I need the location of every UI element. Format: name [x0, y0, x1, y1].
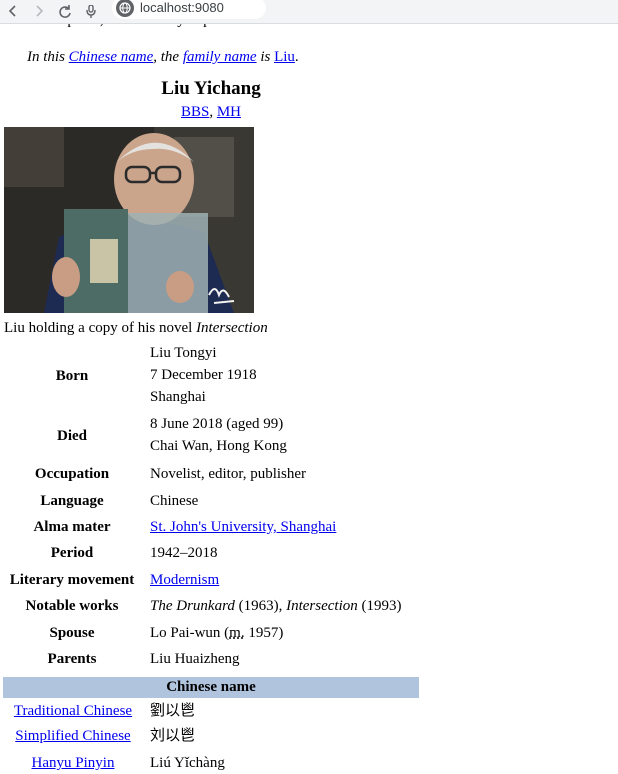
subtitle-separator: ,: [209, 104, 217, 120]
traditional-chinese-link[interactable]: Traditional Chinese: [14, 703, 132, 719]
hatnote-end: .: [294, 49, 299, 65]
died-place: Chai Wan, Hong Kong: [150, 438, 287, 454]
infobox-subtitle: BBS, MH: [3, 102, 419, 122]
died-date: 8 June 2018 (aged 99): [150, 416, 284, 432]
infobox: Liu Yichang BBS, MH Liu holding a copy o…: [3, 77, 419, 771]
died-row: Died 8 June 2018 (aged 99) Chai Wan, Hon…: [3, 413, 419, 459]
movement-label: Literary movement: [9, 572, 135, 588]
work-drunkard-year: (1963),: [234, 598, 287, 614]
image-caption: Liu holding a copy of his novel Intersec…: [4, 318, 268, 338]
occupation-row: Occupation Novelist, editor, publisher: [3, 463, 419, 485]
notable-works-label: Notable works: [25, 598, 119, 614]
chinese-name-header: Chinese name: [3, 677, 419, 698]
url-text: localhost:9080: [140, 0, 224, 15]
period-label: Period: [50, 545, 94, 561]
liu-link[interactable]: Liu: [274, 49, 295, 65]
bbs-link[interactable]: BBS: [181, 104, 209, 120]
hanyu-pinyin-link[interactable]: Hanyu Pinyin: [32, 755, 115, 771]
language-row: Language Chinese: [3, 490, 419, 512]
spouse-value: Lo Pai-wun (m. 1957): [150, 622, 283, 644]
hatnote-prefix: In this: [27, 49, 69, 65]
movement-value: Modernism: [150, 569, 219, 591]
portrait-image[interactable]: [4, 127, 254, 313]
notable-works-value: The Drunkard (1963), Intersection (1993): [150, 595, 402, 617]
microphone-button[interactable]: [78, 0, 104, 23]
work-intersection: Intersection: [286, 598, 358, 614]
hanyu-pinyin-row: Hanyu Pinyin Liú Yǐchàng: [3, 752, 419, 774]
alma-mater-label: Alma mater: [33, 519, 111, 535]
simplified-chinese-label: Simplified Chinese: [3, 725, 143, 747]
simplified-chinese-link[interactable]: Simplified Chinese: [15, 728, 130, 744]
parents-label: Parents: [47, 651, 97, 667]
hatnote-mid: , the: [153, 49, 183, 65]
period-row: Period 1942–2018: [3, 542, 419, 564]
forward-button[interactable]: [26, 0, 52, 23]
born-name: Liu Tongyi: [150, 345, 217, 361]
hanyu-pinyin-value: Liú Yǐchàng: [150, 755, 225, 771]
hatnote-is: is: [256, 49, 275, 65]
hanyu-pinyin-label: Hanyu Pinyin: [3, 752, 143, 774]
born-place: Shanghai: [150, 389, 206, 405]
parents-value: Liu Huaizheng: [150, 651, 240, 667]
work-drunkard: The Drunkard: [150, 598, 235, 614]
born-value: Liu Tongyi 7 December 1918 Shanghai: [150, 342, 257, 408]
movement-row: Literary movement Modernism: [3, 569, 419, 591]
born-date: 7 December 1918: [150, 367, 257, 383]
reload-button[interactable]: [52, 0, 78, 23]
died-value: 8 June 2018 (aged 99) Chai Wan, Hong Kon…: [150, 413, 287, 457]
family-name-link[interactable]: family name: [183, 49, 257, 65]
modernism-link[interactable]: Modernism: [150, 572, 219, 588]
caption-text: Liu holding a copy of his novel: [4, 320, 197, 336]
traditional-chinese-label: Traditional Chinese: [3, 700, 143, 722]
globe-icon: [116, 0, 134, 17]
mh-link[interactable]: MH: [217, 104, 241, 120]
language-value: Chinese: [150, 493, 199, 509]
born-label: Born: [55, 368, 89, 384]
occupation-value: Novelist, editor, publisher: [150, 466, 307, 482]
traditional-chinese-row: Traditional Chinese 劉以鬯: [3, 700, 419, 722]
simplified-chinese-value: 刘以鬯: [150, 728, 196, 744]
browser-toolbar: localhost:9080: [0, 0, 618, 24]
occupation-label: Occupation: [34, 466, 110, 482]
period-value: 1942–2018: [150, 545, 218, 561]
reload-icon: [59, 4, 71, 18]
caption-novel: Intersection: [196, 320, 268, 336]
notable-works-row: Notable works The Drunkard (1963), Inter…: [3, 595, 419, 617]
parents-row: Parents Liu Huaizheng: [3, 648, 419, 670]
back-arrow-icon: [8, 4, 16, 17]
microphone-icon: [86, 4, 96, 18]
infobox-title: Liu Yichang: [161, 78, 261, 99]
alma-mater-row: Alma mater St. John's University, Shangh…: [3, 516, 419, 538]
born-row: Born Liu Tongyi 7 December 1918 Shanghai: [3, 342, 419, 410]
spouse-label: Spouse: [49, 625, 95, 641]
language-label: Language: [40, 493, 104, 509]
back-button[interactable]: [0, 0, 26, 23]
hatnote: In this Chinese name, the family name is…: [27, 47, 299, 67]
address-bar[interactable]: localhost:9080: [112, 0, 266, 19]
forward-arrow-icon: [36, 4, 44, 17]
spouse-name: Lo Pai-wun (: [150, 625, 230, 641]
spouse-year: 1957): [244, 625, 284, 641]
died-label: Died: [57, 428, 87, 444]
portrait-illustration: [4, 127, 254, 313]
simplified-chinese-row: Simplified Chinese 刘以鬯: [3, 725, 419, 747]
spouse-row: Spouse Lo Pai-wun (m. 1957): [3, 622, 419, 644]
chinese-name-link[interactable]: Chinese name: [69, 49, 154, 65]
traditional-chinese-value: 劉以鬯: [150, 703, 196, 719]
alma-mater-link[interactable]: St. John's University, Shanghai: [150, 519, 336, 535]
married-abbr[interactable]: m.: [229, 625, 244, 641]
alma-mater-value: St. John's University, Shanghai: [150, 516, 336, 538]
work-intersection-year: (1993): [357, 598, 402, 614]
